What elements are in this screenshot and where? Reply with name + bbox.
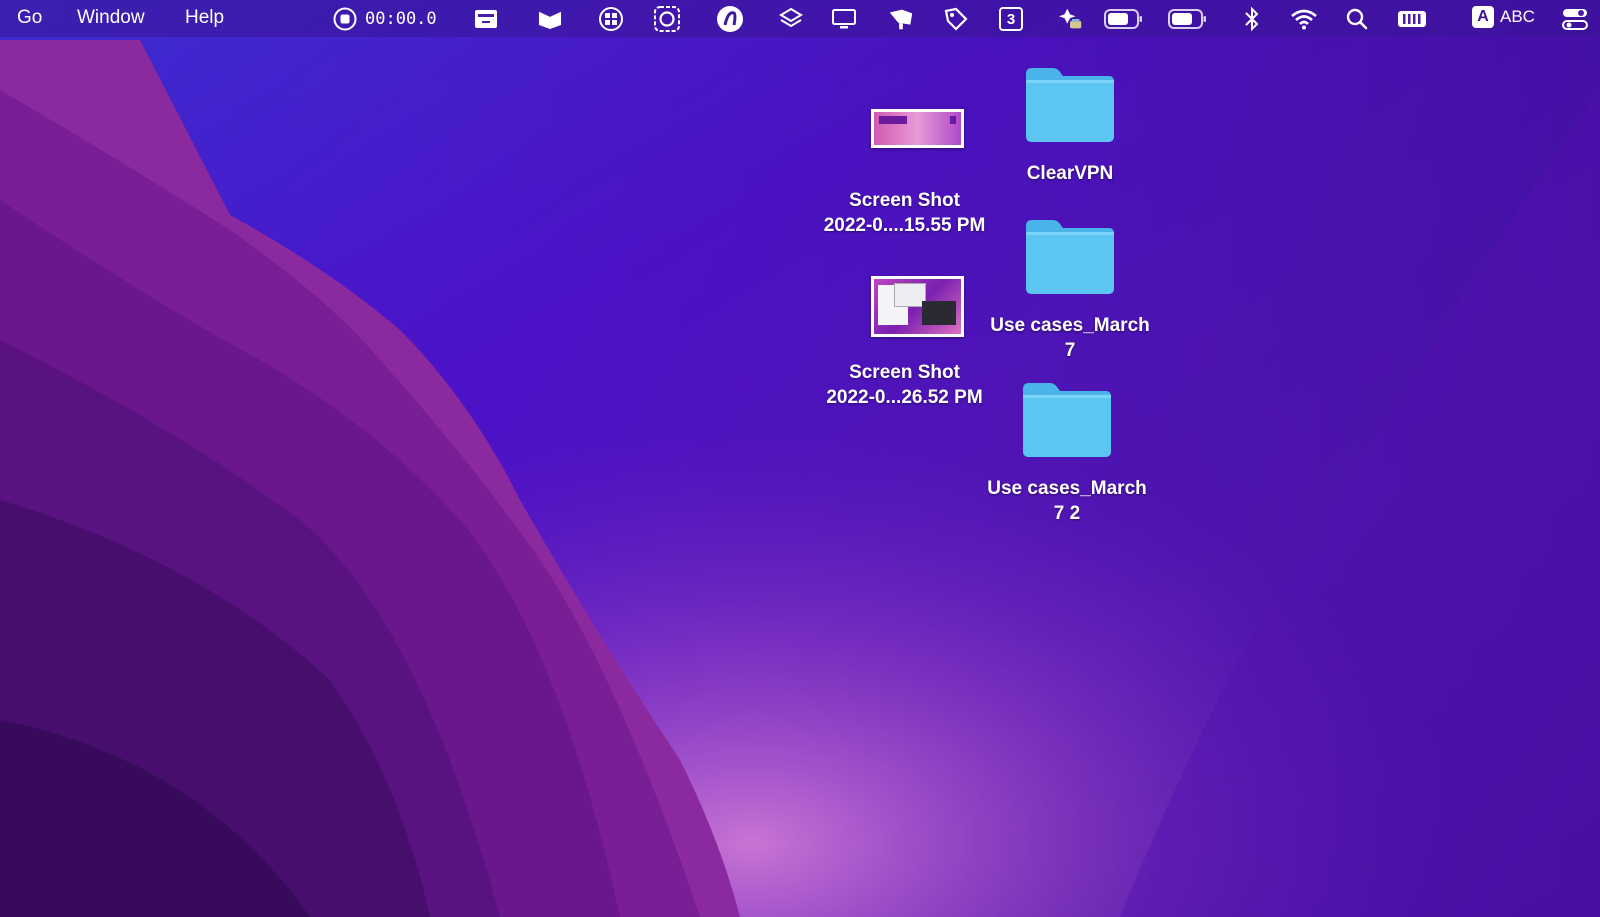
desktop-folder-use-cases-march-7[interactable]: Use cases_March 7 bbox=[975, 212, 1165, 367]
battery-icon[interactable] bbox=[1102, 5, 1146, 33]
input-source-label: ABC bbox=[1500, 7, 1535, 26]
control-center-icon[interactable] bbox=[1560, 5, 1590, 33]
folder-icon bbox=[1026, 220, 1114, 294]
folder-name-line1: Use cases_March bbox=[987, 478, 1147, 499]
recorder-timer: 00:00.0 bbox=[365, 9, 437, 29]
screenshot-thumbnail bbox=[871, 276, 964, 337]
desktop-folder-use-cases-march-7-2[interactable]: Use cases_March 7 2 bbox=[972, 375, 1162, 530]
ram-memory-icon[interactable] bbox=[1396, 5, 1428, 33]
folder-icon bbox=[1023, 383, 1111, 457]
input-source-badge: A bbox=[1472, 6, 1494, 28]
wifi-icon[interactable] bbox=[1290, 5, 1318, 33]
record-stop-icon bbox=[333, 7, 357, 31]
desktop-curtain-icon[interactable] bbox=[887, 5, 915, 33]
menu-bar: Go Window Help 00:00.0 3 A ABC bbox=[0, 0, 1600, 37]
tag-pencil-icon[interactable] bbox=[942, 5, 970, 33]
file-name-line2: 2022-0....15.55 PM bbox=[823, 215, 986, 236]
cleanmymac-icon[interactable] bbox=[472, 5, 500, 33]
screenshot-thumbnail bbox=[871, 109, 964, 148]
setapp-icon[interactable] bbox=[716, 5, 744, 33]
menu-help[interactable]: Help bbox=[185, 7, 224, 29]
folder-name-line1: Use cases_March bbox=[990, 315, 1150, 336]
calendar-day-icon[interactable]: 3 bbox=[997, 5, 1025, 33]
window-grid-icon[interactable] bbox=[597, 5, 625, 33]
menu-window[interactable]: Window bbox=[77, 7, 145, 29]
desktop-file-screenshot-2[interactable]: Screen Shot 2022-0...26.52 PM bbox=[812, 272, 997, 417]
folder-icon bbox=[1026, 68, 1114, 142]
folder-name-line1: ClearVPN bbox=[1026, 163, 1114, 184]
display-icon[interactable] bbox=[830, 5, 858, 33]
screenshot-capture-icon[interactable] bbox=[653, 5, 681, 33]
menu-go[interactable]: Go bbox=[17, 7, 42, 29]
layers-icon[interactable] bbox=[777, 5, 805, 33]
desktop-folder-clearvpn[interactable]: ClearVPN bbox=[975, 60, 1165, 190]
battery-icon-secondary[interactable] bbox=[1166, 5, 1210, 33]
bluetooth-icon[interactable] bbox=[1238, 5, 1266, 33]
input-source-menu[interactable]: A ABC bbox=[1472, 6, 1535, 28]
spotlight-search-icon[interactable] bbox=[1343, 5, 1371, 33]
desktop-wallpaper bbox=[0, 0, 1600, 917]
file-name-line1: Screen Shot bbox=[849, 190, 960, 211]
file-name-line1: Screen Shot bbox=[849, 362, 960, 383]
screen-recorder-status[interactable]: 00:00.0 bbox=[333, 7, 437, 31]
folder-name-line2: 7 bbox=[1064, 340, 1076, 361]
file-name-line2: 2022-0...26.52 PM bbox=[826, 387, 983, 408]
tray-shelf-icon[interactable] bbox=[536, 5, 564, 33]
folder-name-line2: 7 2 bbox=[1053, 503, 1081, 524]
calendar-day-number: 3 bbox=[999, 7, 1023, 31]
cleaner-sparkle-icon[interactable] bbox=[1057, 5, 1085, 33]
desktop-file-screenshot-1[interactable]: Screen Shot 2022-0....15.55 PM bbox=[812, 100, 997, 240]
